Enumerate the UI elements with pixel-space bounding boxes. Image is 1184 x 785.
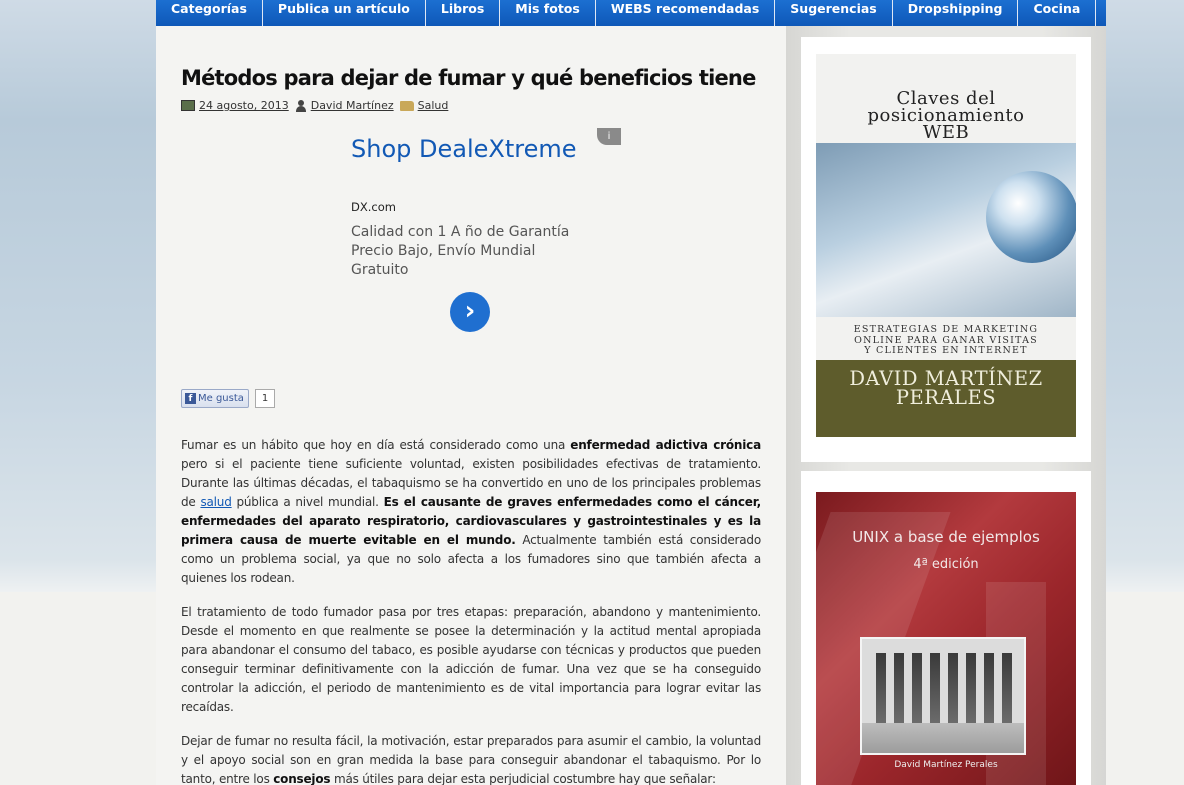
article-paragraph: El tratamiento de todo fumador pasa por … — [181, 605, 761, 714]
article-paragraph: Dejar de fumar no resulta fácil, la moti… — [181, 734, 761, 785]
book-cover-claves-posicionamiento[interactable]: Claves del posicionamiento WEB ESTRATEGI… — [816, 54, 1076, 437]
calendar-icon — [181, 100, 195, 111]
book-edition: 4ª edición — [913, 557, 979, 572]
nav-item-cocina[interactable]: Cocina — [1018, 0, 1097, 26]
nav-item-dropshipping[interactable]: Dropshipping — [893, 0, 1019, 26]
nav-item-categorias[interactable]: Categorías — [156, 0, 263, 26]
ad-banner[interactable]: i Shop DealeXtreme DX.com Calidad con 1 … — [181, 124, 621, 374]
nav-item-webs-recomendadas[interactable]: WEBS recomendadas — [596, 0, 776, 26]
sidebar: Claves del posicionamiento WEB ESTRATEGI… — [786, 26, 1106, 785]
facebook-like-widget: f Me gusta 1 — [181, 389, 276, 408]
like-label: Me gusta — [198, 393, 244, 404]
ad-description: Calidad con 1 A ño de Garantía Precio Ba… — [351, 224, 570, 278]
nav-item-libros[interactable]: Libros — [426, 0, 501, 26]
user-icon — [295, 99, 307, 112]
nav-item-mis-fotos[interactable]: Mis fotos — [500, 0, 596, 26]
book-subtitle: ESTRATEGIAS DE MARKETING ONLINE PARA GAN… — [853, 324, 1039, 356]
salud-link[interactable]: salud — [200, 495, 231, 509]
ad-title[interactable]: Shop DealeXtreme — [351, 134, 581, 165]
nav-item-publica-articulo[interactable]: Publica un artículo — [263, 0, 426, 26]
chevron-right-icon[interactable]: › — [450, 292, 490, 332]
post-meta: 24 agosto, 2013 David Martínez Salud — [181, 99, 454, 112]
article-paragraph: Fumar es un hábito que hoy en día está c… — [181, 438, 762, 585]
server-room-image — [860, 637, 1026, 755]
like-count: 1 — [254, 389, 276, 408]
book-cover-illustration — [816, 143, 1076, 317]
ad-url[interactable]: DX.com — [351, 200, 396, 214]
book-author: David Martínez Perales — [894, 760, 998, 770]
post-author-link[interactable]: David Martínez — [311, 99, 394, 112]
post-date-link[interactable]: 24 agosto, 2013 — [199, 99, 289, 112]
article-body: Fumar es un hábito que hoy en día está c… — [181, 436, 761, 785]
emphasis-text: consejos — [273, 772, 331, 785]
book-cover-unix[interactable]: UNIX a base de ejemplos 4ª edición David… — [816, 492, 1076, 785]
ad-info-icon[interactable]: i — [597, 128, 621, 145]
nav-item-sugerencias[interactable]: Sugerencias — [775, 0, 893, 26]
globe-icon — [986, 171, 1076, 263]
book-widget-seo: Claves del posicionamiento WEB ESTRATEGI… — [801, 37, 1091, 462]
folder-icon — [399, 100, 414, 111]
facebook-icon: f — [185, 393, 196, 404]
facebook-like-button[interactable]: f Me gusta — [181, 389, 249, 408]
main-content: Métodos para dejar de fumar y qué benefi… — [156, 26, 786, 785]
post-category-link[interactable]: Salud — [418, 99, 449, 112]
book-title: UNIX a base de ejemplos — [852, 528, 1040, 546]
book-author: DAVID MARTÍNEZ PERALES — [816, 360, 1076, 437]
page-wrapper: Métodos para dejar de fumar y qué benefi… — [156, 26, 1106, 785]
top-navigation: Categorías Publica un artículo Libros Mi… — [156, 0, 1106, 26]
post-title[interactable]: Métodos para dejar de fumar y qué benefi… — [181, 66, 761, 90]
emphasis-text: enfermedad adictiva crónica — [570, 438, 761, 452]
book-title: Claves del posicionamiento WEB — [867, 88, 1025, 143]
book-widget-unix: UNIX a base de ejemplos 4ª edición David… — [801, 471, 1091, 785]
